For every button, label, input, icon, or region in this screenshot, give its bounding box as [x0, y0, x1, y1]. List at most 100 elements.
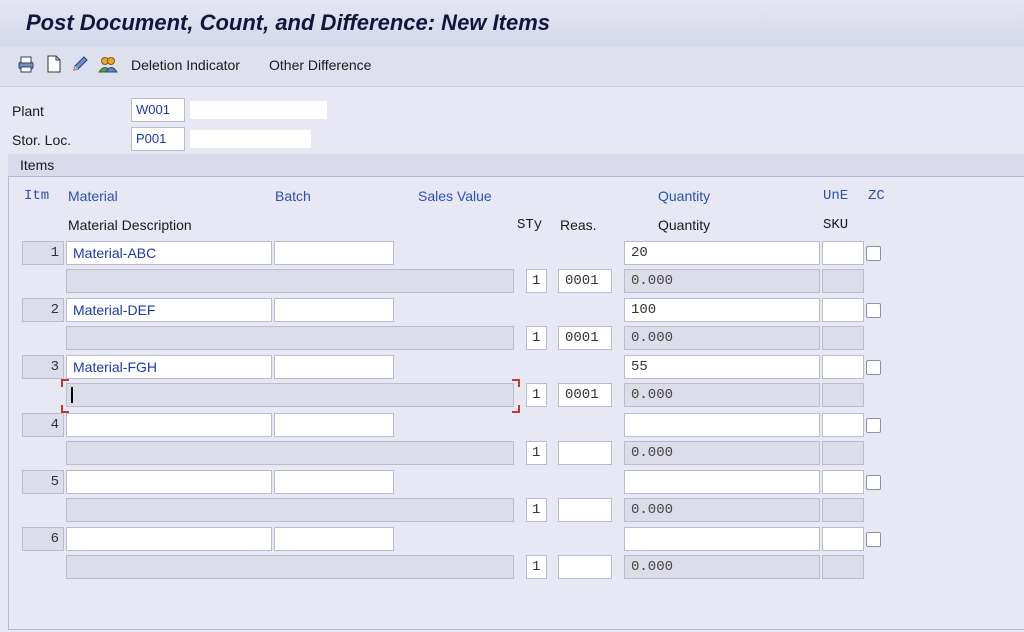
- item-number: 1: [22, 241, 64, 265]
- storage-location-field[interactable]: P001: [131, 127, 185, 151]
- col-reas: Reas.: [560, 217, 597, 233]
- plant-description: [190, 101, 327, 119]
- quantity-sku-field: 0.000: [624, 383, 820, 407]
- col-zc[interactable]: ZC: [868, 188, 885, 204]
- sku-field: [822, 383, 864, 407]
- batch-input[interactable]: [274, 527, 394, 551]
- reason-input[interactable]: [558, 498, 612, 522]
- stock-type-field[interactable]: 1: [526, 269, 547, 293]
- focus-corner: [61, 379, 69, 387]
- storage-location-description: [190, 130, 311, 148]
- item-number: 4: [22, 413, 64, 437]
- quantity-input[interactable]: 55: [624, 355, 820, 379]
- material-input[interactable]: [66, 413, 272, 437]
- material-input[interactable]: [66, 527, 272, 551]
- title-bar: Post Document, Count, and Difference: Ne…: [0, 0, 1024, 47]
- user-group-icon[interactable]: [98, 54, 118, 74]
- batch-input[interactable]: [274, 470, 394, 494]
- text-cursor: [71, 387, 73, 403]
- items-title: Items: [20, 157, 55, 173]
- sku-field: [822, 326, 864, 350]
- batch-input[interactable]: [274, 298, 394, 322]
- stock-type-field[interactable]: 1: [526, 441, 547, 465]
- unit-input[interactable]: [822, 241, 864, 265]
- material-input[interactable]: [66, 470, 272, 494]
- quantity-input[interactable]: [624, 470, 820, 494]
- batch-input[interactable]: [274, 413, 394, 437]
- material-input[interactable]: Material-ABC: [66, 241, 272, 265]
- quantity-sku-field: 0.000: [624, 269, 820, 293]
- items-frame-title: Items: [8, 154, 1024, 177]
- stock-type-field[interactable]: 1: [526, 498, 547, 522]
- zero-count-checkbox[interactable]: [866, 303, 881, 318]
- col-sty: STy: [517, 217, 543, 233]
- material-description-field: [66, 441, 514, 465]
- material-input[interactable]: Material-DEF: [66, 298, 272, 322]
- reason-input[interactable]: 0001: [558, 326, 612, 350]
- other-difference-button[interactable]: Other Difference: [269, 57, 371, 73]
- zero-count-checkbox[interactable]: [866, 532, 881, 547]
- focus-corner: [512, 379, 520, 387]
- reason-input[interactable]: 0001: [558, 269, 612, 293]
- zero-count-checkbox[interactable]: [866, 246, 881, 261]
- item-number: 3: [22, 355, 64, 379]
- quantity-input[interactable]: 100: [624, 298, 820, 322]
- item-number: 6: [22, 527, 64, 551]
- quantity-input[interactable]: 20: [624, 241, 820, 265]
- deletion-indicator-button[interactable]: Deletion Indicator: [131, 57, 240, 73]
- quantity-input[interactable]: [624, 527, 820, 551]
- print-icon[interactable]: [16, 54, 36, 74]
- material-description-field: [66, 326, 514, 350]
- reason-input[interactable]: 0001: [558, 383, 612, 407]
- unit-input[interactable]: [822, 355, 864, 379]
- col-sku: SKU: [823, 217, 849, 233]
- plant-field[interactable]: W001: [131, 98, 185, 122]
- unit-input[interactable]: [822, 527, 864, 551]
- focus-corner: [61, 405, 69, 413]
- material-input[interactable]: Material-FGH: [66, 355, 272, 379]
- application-toolbar: Deletion Indicator Other Difference: [0, 46, 1024, 87]
- col-quantity-sku: Quantity: [658, 217, 711, 233]
- item-number: 2: [22, 298, 64, 322]
- edit-pencil-icon[interactable]: [70, 54, 90, 74]
- stock-type-field[interactable]: 1: [526, 326, 547, 350]
- material-description-field: [66, 555, 514, 579]
- unit-input[interactable]: [822, 470, 864, 494]
- col-material[interactable]: Material: [68, 188, 118, 204]
- reason-input[interactable]: [558, 555, 612, 579]
- batch-input[interactable]: [274, 355, 394, 379]
- item-number: 5: [22, 470, 64, 494]
- quantity-sku-field: 0.000: [624, 326, 820, 350]
- quantity-sku-field: 0.000: [624, 498, 820, 522]
- col-batch[interactable]: Batch: [275, 188, 311, 204]
- quantity-sku-field: 0.000: [624, 555, 820, 579]
- plant-label: Plant: [12, 103, 44, 119]
- sku-field: [822, 441, 864, 465]
- sku-field: [822, 555, 864, 579]
- col-une[interactable]: UnE: [823, 188, 848, 204]
- material-description-field: [66, 498, 514, 522]
- page-title: Post Document, Count, and Difference: Ne…: [26, 10, 551, 35]
- quantity-input[interactable]: [624, 413, 820, 437]
- stock-type-field[interactable]: 1: [526, 555, 547, 579]
- unit-input[interactable]: [822, 413, 864, 437]
- col-material-description: Material Description: [68, 217, 192, 233]
- quantity-sku-field: 0.000: [624, 441, 820, 465]
- batch-input[interactable]: [274, 241, 394, 265]
- sku-field: [822, 269, 864, 293]
- reason-input[interactable]: [558, 441, 612, 465]
- unit-input[interactable]: [822, 298, 864, 322]
- material-description-field-focused[interactable]: [66, 383, 514, 407]
- zero-count-checkbox[interactable]: [866, 418, 881, 433]
- focus-corner: [512, 405, 520, 413]
- col-sales-value[interactable]: Sales Value: [418, 188, 492, 204]
- sku-field: [822, 498, 864, 522]
- new-document-icon[interactable]: [44, 54, 64, 74]
- zero-count-checkbox[interactable]: [866, 360, 881, 375]
- storage-location-label: Stor. Loc.: [12, 132, 72, 148]
- zero-count-checkbox[interactable]: [866, 475, 881, 490]
- col-itm: Itm: [24, 188, 50, 204]
- col-quantity[interactable]: Quantity: [658, 188, 710, 204]
- material-description-field: [66, 269, 514, 293]
- stock-type-field[interactable]: 1: [526, 383, 547, 407]
